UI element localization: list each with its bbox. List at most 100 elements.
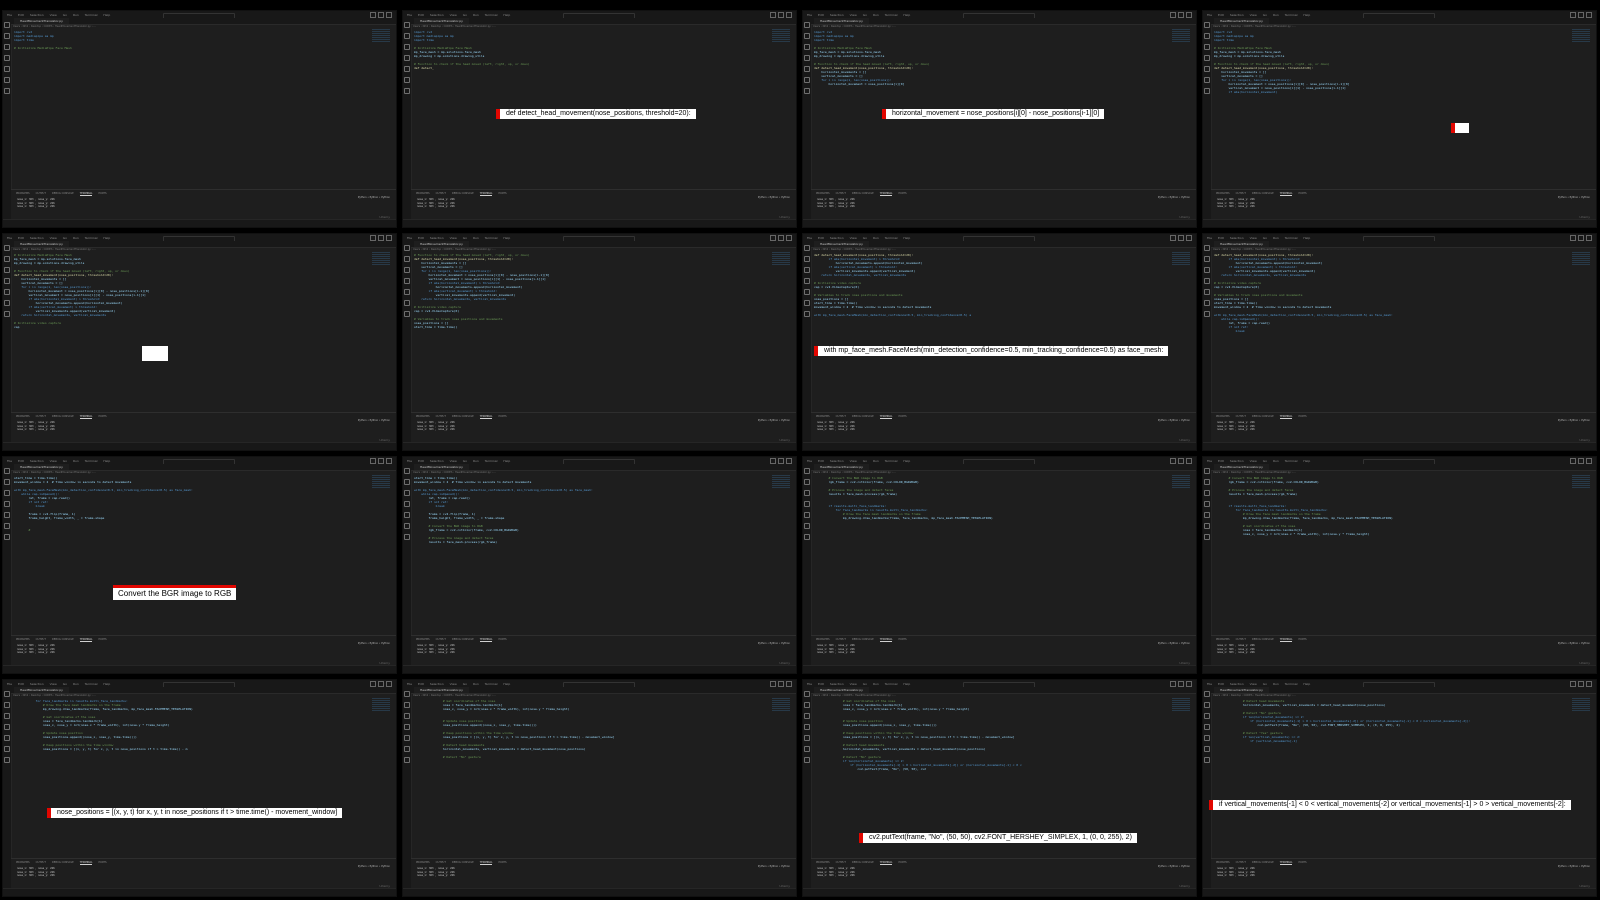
explorer-icon[interactable] [1204,245,1210,251]
explorer-icon[interactable] [1204,691,1210,697]
menu-item[interactable]: Go [863,13,867,17]
file-tab[interactable]: HeadMovementTranslator.py [1214,18,1269,24]
testing-icon[interactable] [404,311,410,317]
breadcrumb[interactable]: Users › Nihil › Desktop › CODES › HeadMo… [1213,248,1296,251]
menu-item[interactable]: Edit [818,236,824,240]
panel-tab[interactable]: PROBLEMS [416,192,430,196]
menu-item[interactable]: Go [863,236,867,240]
menu-item[interactable]: File [407,236,412,240]
panel-tab[interactable]: PROBLEMS [416,415,430,419]
panel-tab[interactable]: DEBUG CONSOLE [52,192,74,196]
panel-tab[interactable]: TERMINAL [479,638,493,642]
extensions-icon[interactable] [4,735,10,741]
remote-icon[interactable] [4,300,10,306]
terminal-list[interactable]: Python • Python • Python [758,642,790,646]
menu-item[interactable]: Run [473,459,479,463]
explorer-icon[interactable] [804,245,810,251]
testing-icon[interactable] [804,534,810,540]
menu-item[interactable]: Run [873,13,879,17]
source-control-icon[interactable] [404,267,410,273]
file-tab[interactable]: HeadMovementTranslator.py [414,18,469,24]
search-icon[interactable] [804,256,810,262]
menu-item[interactable]: Selection [30,682,44,686]
panel-tab[interactable]: PROBLEMS [816,415,830,419]
minimap[interactable] [372,29,390,43]
panel-tab[interactable]: PORTS [98,861,106,865]
menu-item[interactable]: Run [873,459,879,463]
explorer-icon[interactable] [404,22,410,28]
code-editor[interactable]: def detect_head_movement(nose_positions,… [1214,253,1568,333]
source-control-icon[interactable] [4,267,10,273]
menu-item[interactable]: Edit [818,459,824,463]
terminal-list[interactable]: Python • Python • Python [1158,642,1190,646]
menu-item[interactable]: View [1250,459,1257,463]
menu-item[interactable]: File [7,236,12,240]
menu-item[interactable]: View [450,459,457,463]
panel-tab[interactable]: OUTPUT [836,415,846,419]
menu-item[interactable]: Help [903,459,910,463]
menu-item[interactable]: Help [103,13,110,17]
breadcrumb[interactable]: Users › Nihil › Desktop › CODES › HeadMo… [413,248,496,251]
run-debug-icon[interactable] [1204,724,1210,730]
explorer-icon[interactable] [4,691,10,697]
panel-tab[interactable]: PROBLEMS [416,638,430,642]
search-icon[interactable] [404,33,410,39]
source-control-icon[interactable] [404,713,410,719]
menu-item[interactable]: View [450,682,457,686]
menu-item[interactable]: Go [1263,236,1267,240]
menu-item[interactable]: Terminal [485,13,498,17]
menu-item[interactable]: Run [473,236,479,240]
menu-item[interactable]: Run [73,236,79,240]
panel-tab[interactable]: PORTS [898,415,906,419]
search-icon[interactable] [404,256,410,262]
panel-tab[interactable]: TERMINAL [1279,861,1293,865]
search-icon[interactable] [1204,702,1210,708]
menu-item[interactable]: File [807,13,812,17]
run-debug-icon[interactable] [804,501,810,507]
extensions-icon[interactable] [1204,289,1210,295]
menu-item[interactable]: Run [73,13,79,17]
panel-tab[interactable]: PORTS [898,861,906,865]
minimap[interactable] [1172,698,1190,712]
menu-item[interactable]: Selection [430,236,444,240]
menu-item[interactable]: Selection [830,236,844,240]
menu-item[interactable]: Help [1303,682,1310,686]
menu-item[interactable]: Edit [418,682,424,686]
minimap[interactable] [1172,475,1190,489]
menu-item[interactable]: File [807,459,812,463]
run-debug-icon[interactable] [4,55,10,61]
search-icon[interactable] [4,702,10,708]
terminal-list[interactable]: Python • Python • Python [1158,865,1190,869]
menu-item[interactable]: File [407,682,412,686]
code-editor[interactable]: # Get coordinates of the nose nose = fac… [814,699,1168,771]
remote-icon[interactable] [4,523,10,529]
menu-item[interactable]: File [807,236,812,240]
explorer-icon[interactable] [4,22,10,28]
panel-tab[interactable]: TERMINAL [1279,638,1293,642]
menu-item[interactable]: Go [863,459,867,463]
minimap[interactable] [1572,29,1590,43]
menu-item[interactable]: Edit [1218,236,1224,240]
menu-item[interactable]: Help [503,236,510,240]
terminal-list[interactable]: Python • Python • Python [358,419,390,423]
explorer-icon[interactable] [1204,22,1210,28]
source-control-icon[interactable] [404,44,410,50]
minimap[interactable] [372,252,390,266]
panel-tab[interactable]: PROBLEMS [816,192,830,196]
terminal-list[interactable]: Python • Python • Python [1558,419,1590,423]
remote-icon[interactable] [1204,746,1210,752]
explorer-icon[interactable] [1204,468,1210,474]
menu-item[interactable]: Help [103,236,110,240]
terminal-list[interactable]: Python • Python • Python [358,196,390,200]
menu-item[interactable]: File [1207,682,1212,686]
menu-item[interactable]: Edit [418,236,424,240]
breadcrumb[interactable]: Users › Nihil › Desktop › CODES › HeadMo… [1213,694,1296,697]
menu-item[interactable]: Run [1273,13,1279,17]
menu-item[interactable]: Help [503,459,510,463]
terminal-list[interactable]: Python • Python • Python [758,865,790,869]
menu-item[interactable]: View [1250,13,1257,17]
menu-item[interactable]: Edit [818,682,824,686]
extensions-icon[interactable] [1204,512,1210,518]
menu-item[interactable]: Terminal [85,236,98,240]
menu-item[interactable]: Run [873,236,879,240]
